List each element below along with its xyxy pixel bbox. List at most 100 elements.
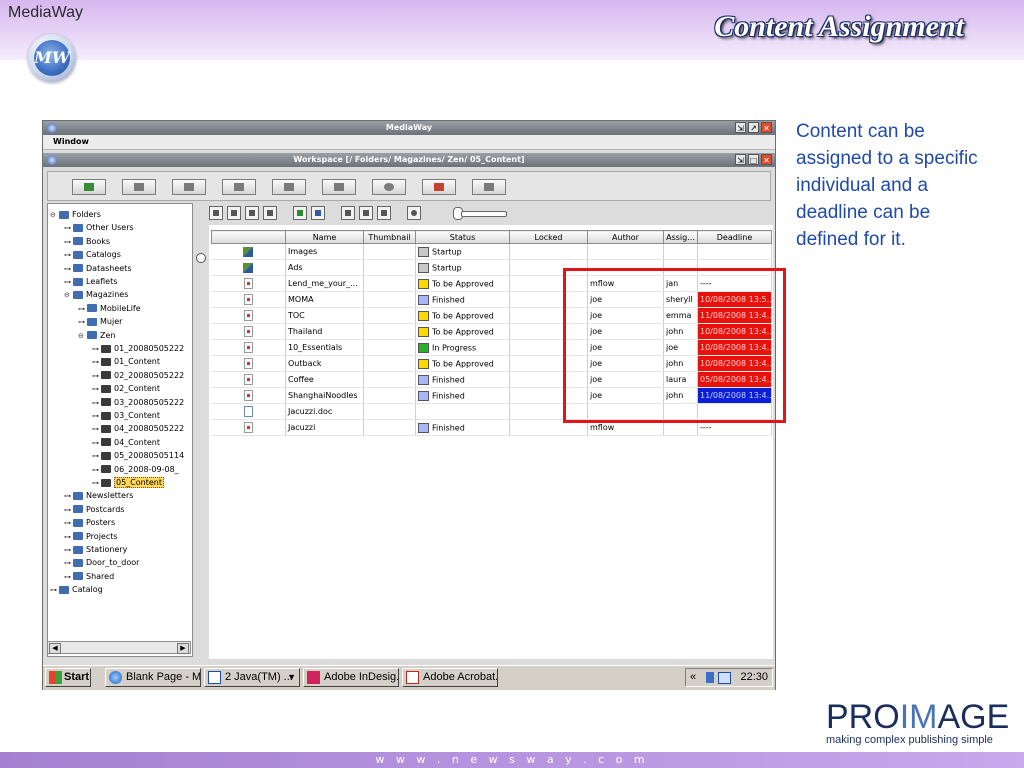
splitter-knob[interactable] [196,253,206,263]
name-cell[interactable]: ShanghaiNoodles [285,387,364,404]
name-cell[interactable]: Thailand [285,323,364,340]
status-cell[interactable]: To be Approved [415,355,510,372]
layout-one-icon[interactable] [341,206,355,220]
tree-item[interactable]: ⊖ Folders [50,208,101,221]
tree-item[interactable]: ⊶ 04_20080505222 [92,422,184,435]
tree-toggle-icon[interactable]: ⊶ [64,263,73,276]
tree-toggle-icon[interactable]: ⊶ [64,571,73,584]
deadline-cell[interactable] [697,243,772,260]
tree-item[interactable]: ⊶ 03_20080505222 [92,396,184,409]
name-cell[interactable]: Jacuzzi [285,419,364,436]
copy-button[interactable] [222,179,256,195]
tree-item[interactable]: ⊶ 05_Content [92,476,164,489]
layout-two-icon[interactable] [359,206,373,220]
name-cell[interactable]: Lend_me_your_... [285,275,364,292]
users-button[interactable] [322,179,356,195]
status-cell[interactable]: Finished [415,419,510,436]
tree-toggle-icon[interactable]: ⊶ [64,517,73,530]
tree-toggle-icon[interactable]: ⊶ [92,437,101,450]
tree-item[interactable]: ⊶ Postcards [64,503,124,516]
app-titlebar[interactable]: MediaWay ⇲ ↗ ✕ [43,121,775,135]
maximize-icon[interactable]: ↗ [748,122,759,133]
col-header-status[interactable]: Status [415,230,510,244]
status-cell[interactable]: Finished [415,387,510,404]
name-cell[interactable]: Coffee [285,371,364,388]
status-cell[interactable]: To be Approved [415,323,510,340]
tree-item[interactable]: ⊶ 03_Content [92,409,160,422]
preview-view-icon[interactable] [245,206,259,220]
start-button[interactable]: Start [45,668,91,687]
settings-button[interactable] [472,179,506,195]
tree-toggle-icon[interactable]: ⊶ [92,410,101,423]
name-cell[interactable]: MOMA [285,291,364,308]
status-cell[interactable]: Startup [415,243,510,260]
home-button[interactable] [422,179,456,195]
tree-item[interactable]: ⊶ Datasheets [64,262,132,275]
tree-toggle-icon[interactable]: ⊖ [64,289,73,302]
taskbar-item-java[interactable]: 2 Java(TM) ... ▼ [204,668,300,687]
tray-network-icon[interactable] [706,672,714,683]
assignee-cell[interactable] [663,243,698,260]
image-icon[interactable] [311,206,325,220]
tree-item[interactable]: ⊶ Newsletters [64,489,133,502]
thumbnail-view-icon[interactable] [227,206,241,220]
tree-item[interactable]: ⊶ Stationery [64,543,127,556]
status-cell[interactable]: In Progress [415,339,510,356]
details-view-icon[interactable] [209,206,223,220]
scroll-left-icon[interactable]: ◀ [49,643,61,654]
col-header-thumbnail[interactable]: Thumbnail [363,230,416,244]
name-cell[interactable]: TOC [285,307,364,324]
tree-toggle-icon[interactable]: ⊶ [64,276,73,289]
record-button[interactable] [372,179,406,195]
tree-toggle-icon[interactable]: ⊶ [64,490,73,503]
tree-item[interactable]: ⊖ Magazines [64,288,128,301]
tree-toggle-icon[interactable]: ⊶ [64,236,73,249]
status-cell[interactable]: Finished [415,291,510,308]
tree-item[interactable]: ⊶ Shared [64,570,114,583]
col-header-assignee[interactable]: Assig... [663,230,698,244]
col-header-locked[interactable]: Locked [509,230,588,244]
tree-item[interactable]: ⊶ 06_2008-09-08_ [92,463,179,476]
lock-button[interactable] [272,179,306,195]
scroll-right-icon[interactable]: ▶ [177,643,189,654]
status-cell[interactable]: Finished [415,371,510,388]
tree-toggle-icon[interactable]: ⊖ [50,209,59,222]
name-cell[interactable]: Images [285,243,364,260]
col-header-type[interactable] [211,230,286,244]
tree-view-icon[interactable] [263,206,277,220]
layout-three-icon[interactable] [377,206,391,220]
tree-toggle-icon[interactable]: ⊶ [92,423,101,436]
tree-item[interactable]: ⊶ Projects [64,530,118,543]
name-cell[interactable]: Ads [285,259,364,276]
tray-monitor-icon[interactable] [718,672,731,684]
tree-toggle-icon[interactable]: ⊶ [64,531,73,544]
tree-item[interactable]: ⊶ 02_Content [92,382,160,395]
tree-toggle-icon[interactable]: ⊶ [64,504,73,517]
col-header-author[interactable]: Author [587,230,664,244]
maximize-icon[interactable]: □ [748,154,759,165]
tree-item[interactable]: ⊶ Posters [64,516,115,529]
tree-item[interactable]: ⊶ Door_to_door [64,556,139,569]
zoom-slider[interactable] [461,211,507,217]
taskbar-item-acrobat[interactable]: Adobe Acrobat... [402,668,498,687]
tree-toggle-icon[interactable]: ⊶ [92,383,101,396]
col-header-deadline[interactable]: Deadline [697,230,772,244]
close-icon[interactable]: ✕ [761,122,772,133]
close-icon[interactable]: ✕ [761,154,772,165]
tree-item[interactable]: ⊶ 01_20080505222 [92,342,184,355]
tree-item[interactable]: ⊶ Catalogs [64,248,121,261]
tree-toggle-icon[interactable]: ⊶ [92,343,101,356]
tree-toggle-icon[interactable]: ⊶ [64,544,73,557]
tree-toggle-icon[interactable]: ⊶ [64,222,73,235]
import-button[interactable] [72,179,106,195]
restore-icon[interactable]: ⇲ [735,154,746,165]
tree-item[interactable]: ⊖ Zen [78,329,115,342]
status-cell[interactable]: Startup [415,259,510,276]
status-cell[interactable]: To be Approved [415,275,510,292]
pane-splitter[interactable] [195,203,206,655]
tree-toggle-icon[interactable]: ⊶ [92,450,101,463]
taskbar-item-indesign[interactable]: Adobe InDesig... [303,668,399,687]
tree-horizontal-scrollbar[interactable]: ◀ ▶ [47,641,191,654]
tree-item[interactable]: ⊶ Books [64,235,110,248]
name-cell[interactable]: Jacuzzi.doc [285,403,364,420]
